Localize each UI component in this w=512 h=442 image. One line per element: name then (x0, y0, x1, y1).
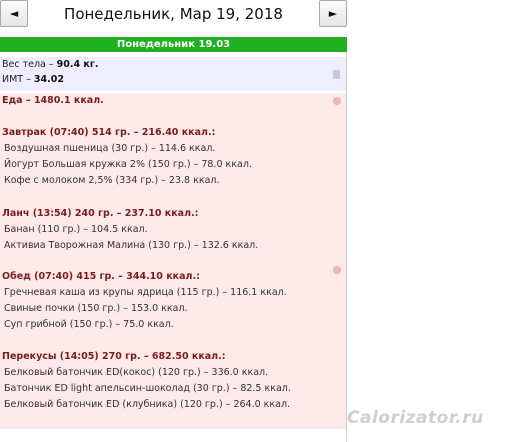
weight-row: Вес тела – 90.4 кг. (2, 57, 346, 72)
date-title: Понедельник, Мар 19, 2018 (64, 4, 283, 23)
food-total-label: Еда – (2, 95, 34, 106)
food-item: Белковый батончик ED (клубника) (120 гр.… (4, 399, 291, 410)
food-item: Воздушная пшеница (30 гр.) – 114.6 ккал. (4, 143, 216, 154)
meal-header: Обед (07:40) 415 гр. – 344.10 ккал.: (2, 271, 200, 282)
prev-day-button[interactable]: ◄ (0, 0, 28, 27)
food-item: Йогурт Большая кружка 2% (150 гр.) – 78.… (4, 159, 252, 170)
food-item: Кофе с молоком 2,5% (334 гр.) – 23.8 кка… (4, 175, 220, 186)
watermark: Calorizator.ru (347, 408, 484, 428)
day-header-bar: Понедельник 19.03 (0, 37, 347, 52)
apple-icon[interactable] (333, 266, 341, 274)
meal-header: Ланч (13:54) 240 гр. – 237.10 ккал.: (2, 208, 199, 219)
food-item: Белковый батончик ED(кокос) (120 гр.) – … (4, 367, 269, 378)
column-divider (346, 52, 347, 442)
body-stats-block[interactable]: Вес тела – 90.4 кг. ИМТ – 34.02 (0, 57, 346, 91)
lock-icon[interactable] (333, 70, 340, 79)
food-item: Активиа Творожная Малина (130 гр.) – 132… (4, 240, 259, 251)
arrow-right-icon: ► (328, 7, 338, 20)
apple-icon[interactable] (333, 97, 341, 105)
food-diary-block[interactable]: Еда – 1480.1 ккал. Завтрак (07:40) 514 г… (0, 93, 346, 429)
food-item: Свиные почки (150 гр.) – 153.0 ккал. (4, 303, 188, 314)
weight-value: 90.4 кг. (56, 59, 99, 70)
bmi-value: 34.02 (33, 74, 64, 85)
next-day-button[interactable]: ► (319, 0, 347, 27)
arrow-left-icon: ◄ (9, 7, 19, 20)
food-item: Суп грибной (150 гр.) – 75.0 ккал. (4, 319, 174, 330)
meal-header: Перекусы (14:05) 270 гр. – 682.50 ккал.: (2, 351, 226, 362)
food-item: Гречневая каша из крупы ядрица (115 гр.)… (4, 287, 287, 298)
food-total-row: Еда – 1480.1 ккал. (2, 95, 104, 106)
food-item: Банан (110 гр.) – 104.5 ккал. (4, 224, 148, 235)
bmi-row: ИМТ – 34.02 (2, 72, 346, 87)
bmi-label: ИМТ – (2, 74, 34, 85)
weight-label: Вес тела – (2, 59, 57, 70)
food-item: Батончик ED light апельсин-шоколад (30 г… (4, 383, 291, 394)
meal-header: Завтрак (07:40) 514 гр. – 216.40 ккал.: (2, 127, 216, 138)
food-total-value: 1480.1 ккал. (33, 95, 104, 106)
